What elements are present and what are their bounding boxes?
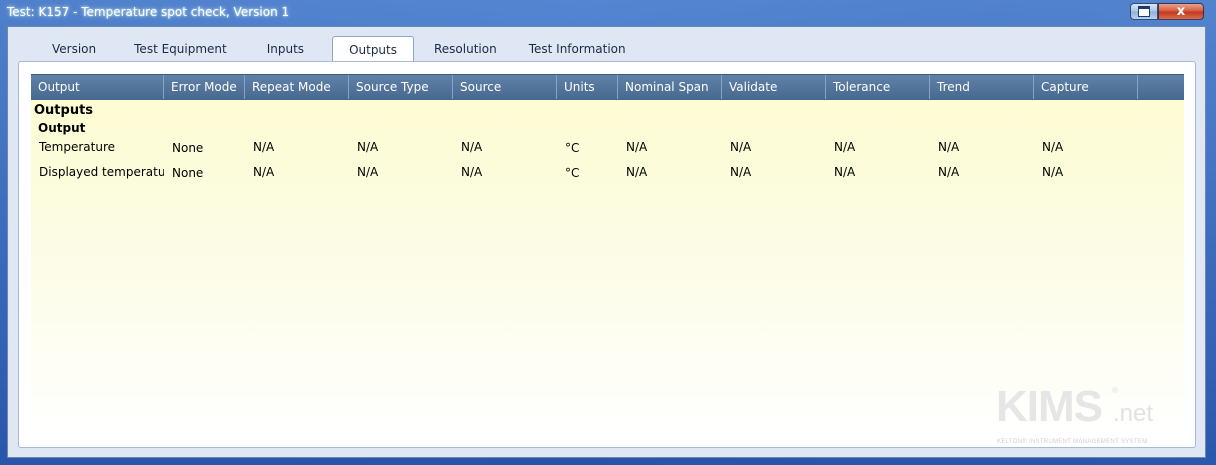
cell-repeat-mode: N/A — [253, 165, 275, 179]
tab-test-equipment[interactable]: Test Equipment — [116, 38, 247, 61]
outputs-panel: Output Error Mode Repeat Mode Source Typ… — [18, 61, 1196, 448]
tab-test-information[interactable]: Test Information — [517, 38, 646, 61]
column-header-tolerance[interactable]: Tolerance — [826, 75, 930, 99]
cell-units: °C — [565, 166, 580, 180]
tab-resolution[interactable]: Resolution — [414, 38, 517, 61]
column-header-source[interactable]: Source — [453, 75, 557, 99]
cell-nominal-span: N/A — [626, 140, 648, 154]
cell-source-type: N/A — [357, 165, 379, 179]
table-row[interactable]: Temperature None N/A N/A N/A °C N/A N/A … — [31, 135, 1184, 159]
cell-units: °C — [565, 141, 580, 155]
column-header-trend[interactable]: Trend — [930, 75, 1034, 99]
cell-validate: N/A — [730, 140, 752, 154]
column-header-source-type[interactable]: Source Type — [349, 75, 453, 99]
grid-header: Output Error Mode Repeat Mode Source Typ… — [31, 74, 1184, 100]
cell-source-type: N/A — [357, 140, 379, 154]
subgroup-title: Output — [38, 121, 86, 135]
maximize-button[interactable] — [1130, 3, 1158, 20]
column-header-validate[interactable]: Validate — [722, 75, 826, 99]
cell-source: N/A — [461, 140, 483, 154]
cell-tolerance: N/A — [834, 140, 856, 154]
tab-strip: Version Test Equipment Inputs Outputs Re… — [32, 36, 646, 62]
kims-logo: KIMS ® .net KELTON® INSTRUMENT MANAGEMEN… — [996, 382, 1166, 452]
tab-version[interactable]: Version — [32, 38, 116, 61]
cell-error-mode: None — [172, 141, 204, 155]
maximize-icon — [1138, 6, 1150, 17]
column-header-error-mode[interactable]: Error Mode — [164, 75, 245, 99]
column-header-units[interactable]: Units — [557, 75, 618, 99]
column-header-repeat-mode[interactable]: Repeat Mode — [245, 75, 349, 99]
table-row[interactable]: Displayed temperature None N/A N/A N/A °… — [31, 160, 1184, 184]
group-title: Outputs — [34, 103, 94, 118]
close-button[interactable]: x — [1158, 3, 1204, 20]
column-header-output[interactable]: Output — [31, 75, 164, 99]
window-title: Test: K157 - Temperature spot check, Ver… — [7, 5, 290, 19]
column-header-capture[interactable]: Capture — [1034, 75, 1138, 99]
cell-validate: N/A — [730, 165, 752, 179]
logo-registered-mark: ® — [1112, 386, 1118, 395]
cell-nominal-span: N/A — [626, 165, 648, 179]
cell-output: Displayed temperature — [39, 165, 164, 179]
cell-trend: N/A — [938, 140, 960, 154]
column-header-nominal-span[interactable]: Nominal Span — [618, 75, 722, 99]
application-window: Test: K157 - Temperature spot check, Ver… — [0, 0, 1216, 465]
title-bar[interactable]: Test: K157 - Temperature spot check, Ver… — [0, 0, 1216, 26]
cell-output: Temperature — [39, 140, 116, 154]
cell-source: N/A — [461, 165, 483, 179]
logo-suffix: .net — [1113, 400, 1154, 427]
cell-tolerance: N/A — [834, 165, 856, 179]
logo-tagline: KELTON® INSTRUMENT MANAGEMENT SYSTEM — [997, 439, 1148, 445]
cell-error-mode: None — [172, 166, 204, 180]
cell-capture: N/A — [1042, 165, 1064, 179]
close-icon: x — [1176, 4, 1186, 19]
tab-inputs[interactable]: Inputs — [247, 38, 332, 61]
cell-capture: N/A — [1042, 140, 1064, 154]
tab-outputs[interactable]: Outputs — [332, 36, 414, 61]
cell-repeat-mode: N/A — [253, 140, 275, 154]
cell-trend: N/A — [938, 165, 960, 179]
client-area: Version Test Equipment Inputs Outputs Re… — [7, 26, 1206, 458]
logo-wordmark: KIMS — [996, 382, 1103, 431]
